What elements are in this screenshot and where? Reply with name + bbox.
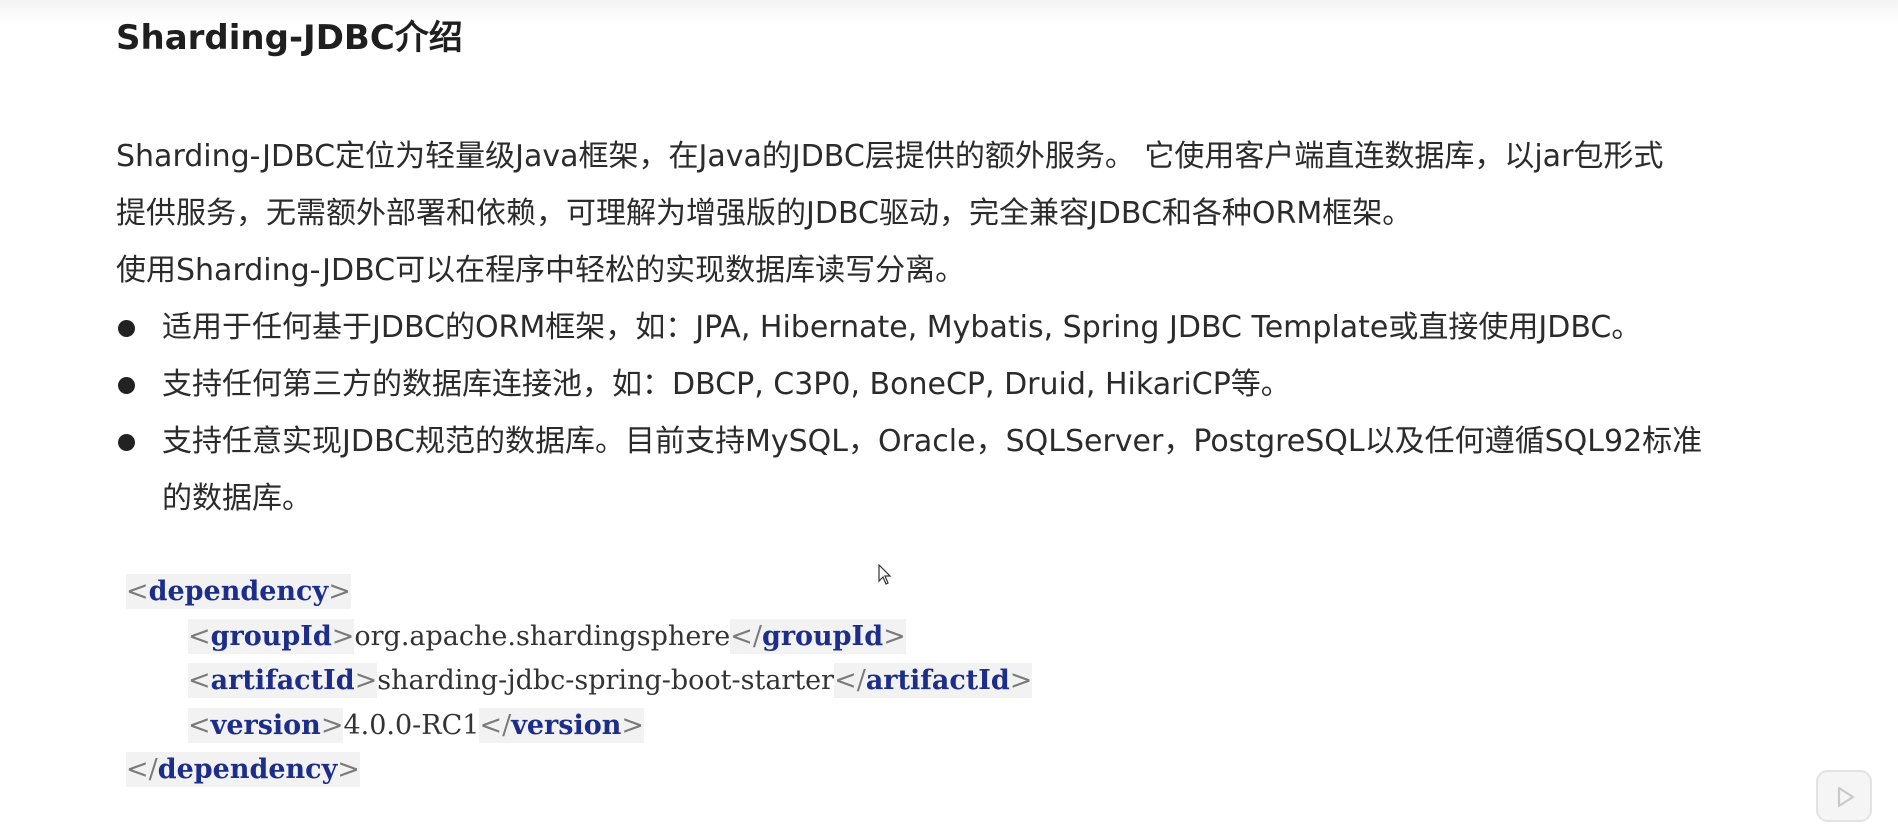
list-item-text: 支持任何第三方的数据库连接池，如：DBCP, C3P0, BoneCP, Dru…	[162, 367, 1291, 402]
list-item: 适用于任何基于JDBC的ORM框架，如：JPA, Hibernate, Myba…	[116, 299, 1776, 356]
intro-paragraph: Sharding-JDBC定位为轻量级Java框架，在Java的JDBC层提供的…	[116, 128, 1756, 242]
xml-value: 4.0.0-RC1	[343, 709, 480, 741]
xml-tag-name: version	[511, 709, 622, 741]
list-item-text: 支持任意实现JDBC规范的数据库。目前支持MySQL，Oracle，SQLSer…	[162, 424, 1703, 459]
list-item: 支持任何第三方的数据库连接池，如：DBCP, C3P0, BoneCP, Dru…	[116, 356, 1776, 413]
xml-tag-name: version	[210, 709, 321, 741]
xml-tag-name: artifactId	[210, 665, 355, 696]
xml-tag-name: artifactId	[865, 665, 1010, 696]
usage-paragraph: 使用Sharding-JDBC可以在程序中轻松的实现数据库读写分离。	[116, 253, 966, 288]
feature-list: 适用于任何基于JDBC的ORM框架，如：JPA, Hibernate, Myba…	[116, 299, 1776, 527]
code-line: </dependency>	[126, 752, 360, 787]
bullet-icon	[118, 320, 135, 337]
play-icon	[1837, 786, 1855, 808]
xml-tag-name: dependency	[148, 576, 329, 607]
bullet-icon	[118, 434, 135, 451]
code-line: <version>4.0.0-RC1</version>	[188, 707, 645, 743]
list-item: 支持任意实现JDBC规范的数据库。目前支持MySQL，Oracle，SQLSer…	[116, 413, 1776, 527]
xml-value: sharding-jdbc-spring-boot-starter	[377, 665, 835, 696]
xml-tag-name: dependency	[157, 754, 338, 785]
code-line: <artifactId>sharding-jdbc-spring-boot-st…	[188, 663, 1033, 698]
page-title: Sharding-JDBC介绍	[116, 18, 463, 58]
code-block: <dependency> <groupId>org.apache.shardin…	[126, 570, 1033, 793]
play-button[interactable]	[1816, 770, 1872, 822]
list-item-text: 适用于任何基于JDBC的ORM框架，如：JPA, Hibernate, Myba…	[162, 310, 1642, 345]
code-line: <dependency>	[126, 574, 351, 609]
bullet-icon	[118, 377, 135, 394]
mouse-pointer-icon	[878, 563, 892, 586]
xml-tag-name: groupId	[210, 620, 332, 652]
intro-line-1: Sharding-JDBC定位为轻量级Java框架，在Java的JDBC层提供的…	[116, 139, 1664, 174]
list-item-text-continued: 的数据库。	[162, 481, 312, 516]
intro-line-2: 提供服务，无需额外部署和依赖，可理解为增强版的JDBC驱动，完全兼容JDBC和各…	[116, 196, 1413, 231]
xml-value: org.apache.shardingsphere	[354, 620, 731, 652]
xml-tag-name: groupId	[761, 620, 884, 652]
code-line: <groupId>org.apache.shardingsphere</grou…	[188, 618, 906, 654]
